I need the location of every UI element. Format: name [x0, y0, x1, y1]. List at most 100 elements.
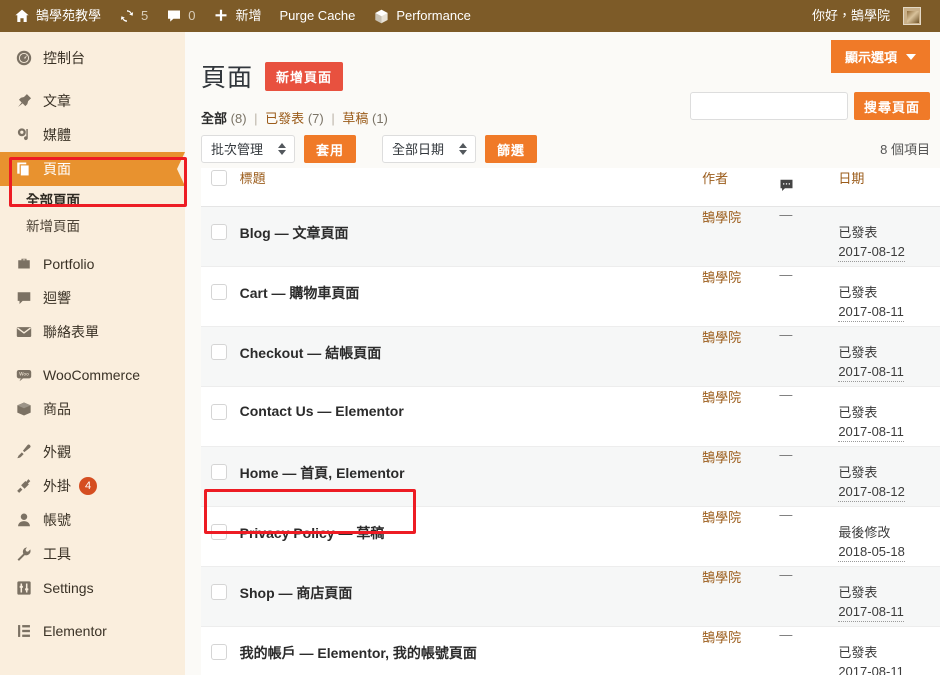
table-row[interactable]: Contact Us — Elementor 鵠學院 — 已發表 2017-08… [201, 386, 940, 447]
sidebar-item-users[interactable]: 帳號 [0, 503, 185, 537]
filter-link-published-label[interactable]: 已發表 [265, 111, 304, 126]
select-all-header[interactable] [201, 168, 240, 207]
apply-bulk-action-button[interactable]: 套用 [304, 135, 357, 163]
author-link[interactable]: 鵠學院 [702, 373, 741, 405]
row-title-cell[interactable]: Blog — 文章頁面 [239, 206, 703, 267]
table-row[interactable]: 我的帳戶 — Elementor, 我的帳號頁面 鵠學院 — 已發表 2017-… [201, 626, 940, 675]
filter-button[interactable]: 篩選 [485, 135, 538, 163]
row-title-cell[interactable]: Shop — 商店頁面 [239, 566, 703, 627]
row-date-cell: 已發表 2017-08-11 [838, 626, 940, 675]
sidebar-item-contact-form[interactable]: 聯絡表單 [0, 315, 185, 349]
page-title-link[interactable]: 我的帳戶 — Elementor, 我的帳號頁面 [240, 627, 703, 663]
screen-options-button[interactable]: 顯示選項 [830, 40, 930, 73]
admin-bar-my-account[interactable]: 你好，鵠學院 [803, 0, 930, 32]
row-date-cell: 已發表 2017-08-11 [838, 566, 940, 627]
author-link[interactable]: 鵠學院 [702, 193, 741, 225]
row-title-cell[interactable]: Contact Us — Elementor [239, 386, 703, 447]
admin-bar-new-content[interactable]: 新增 [204, 0, 270, 32]
row-checkbox[interactable] [211, 523, 227, 540]
admin-bar-performance[interactable]: Performance [364, 0, 479, 32]
date-status: 已發表 [838, 224, 878, 240]
sidebar-item-posts[interactable]: 文章 [0, 84, 185, 118]
sidebar-item-media[interactable]: 媒體 [0, 118, 185, 152]
filter-link-draft[interactable]: 草稿 (1) [342, 111, 388, 126]
sidebar-item-plugins[interactable]: 外掛 4 [0, 469, 185, 503]
page-title-link[interactable]: Contact Us — Elementor [240, 387, 703, 419]
row-checkbox[interactable] [211, 283, 227, 300]
sidebar-item-label: 頁面 [43, 161, 71, 177]
admin-bar-comments[interactable]: 0 [157, 0, 204, 32]
pages-table-body: Blog — 文章頁面 鵠學院 — 已發表 2017-08-12 Cart — … [201, 206, 940, 675]
table-row[interactable]: Shop — 商店頁面 鵠學院 — 已發表 2017-08-11 [201, 566, 940, 627]
admin-sidebar-menu: 控制台 文章 媒體 頁面 全部頁面 新增頁面 Portfolio 迴響 聯絡表單… [0, 32, 185, 675]
status-filter-links: 全部 (8) | 已發表 (7) | 草稿 (1) [201, 108, 388, 127]
sidebar-item-dashboard[interactable]: 控制台 [0, 41, 185, 75]
page-title-link[interactable]: Shop — 商店頁面 [240, 567, 703, 603]
sidebar-item-elementor[interactable]: Elementor [0, 614, 185, 648]
select-all-checkbox[interactable] [211, 170, 227, 186]
row-checkbox[interactable] [211, 643, 227, 660]
sidebar-item-comments[interactable]: 迴響 [0, 281, 185, 315]
table-row[interactable]: Cart — 購物車頁面 鵠學院 — 已發表 2017-08-11 [201, 266, 940, 327]
search-input[interactable] [689, 92, 848, 120]
row-checkbox-cell[interactable] [201, 626, 240, 675]
pages-icon [14, 159, 34, 179]
page-title-link[interactable]: Checkout — 結帳頁面 [240, 327, 703, 363]
author-link[interactable]: 鵠學院 [702, 553, 741, 585]
row-title-cell[interactable]: Checkout — 結帳頁面 [239, 326, 703, 387]
admin-bar-purge-cache[interactable]: Purge Cache [271, 0, 365, 32]
add-new-page-button[interactable]: 新增頁面 [265, 61, 344, 91]
row-checkbox[interactable] [211, 583, 227, 600]
table-row[interactable]: Blog — 文章頁面 鵠學院 — 已發表 2017-08-12 [201, 206, 940, 267]
bulk-action-select[interactable]: 批次管理 [201, 135, 295, 163]
sidebar-item-appearance[interactable]: 外觀 [0, 435, 185, 469]
sidebar-item-woocommerce[interactable]: Woo WooCommerce [0, 358, 185, 392]
filter-link-all[interactable]: 全部 (8) [201, 111, 250, 126]
column-header-date[interactable]: 日期 [838, 168, 940, 207]
page-title-link[interactable]: Cart — 購物車頁面 [240, 267, 703, 303]
admin-bar-site-name[interactable]: 鵠學苑教學 [0, 0, 110, 32]
table-row-privacy-policy[interactable]: Privacy Policy — 草稿 鵠學院 — 最後修改 2018-05-1… [201, 506, 940, 567]
row-title-cell[interactable]: Home — 首頁, Elementor [239, 446, 703, 507]
search-pages-button[interactable]: 搜尋頁面 [853, 92, 930, 120]
row-checkbox[interactable] [211, 463, 227, 480]
row-checkbox[interactable] [211, 403, 227, 420]
sidebar-item-add-new-page[interactable]: 新增頁面 [0, 212, 185, 238]
date-filter-select[interactable]: 全部日期 [382, 135, 477, 163]
row-title-cell[interactable]: Privacy Policy — 草稿 [239, 506, 703, 567]
row-checkbox-cell[interactable] [201, 206, 240, 267]
author-link[interactable]: 鵠學院 [702, 433, 741, 465]
table-row[interactable]: Home — 首頁, Elementor 鵠學院 — 已發表 2017-08-1… [201, 446, 940, 507]
row-title-cell[interactable]: 我的帳戶 — Elementor, 我的帳號頁面 [239, 626, 703, 675]
sidebar-item-pages[interactable]: 頁面 [0, 152, 185, 186]
author-link[interactable]: 鵠學院 [702, 613, 741, 645]
page-title-link[interactable]: Blog — 文章頁面 [240, 207, 703, 243]
page-title-link[interactable]: Home — 首頁, Elementor [240, 447, 703, 483]
sidebar-item-label: WooCommerce [43, 367, 140, 383]
row-checkbox[interactable] [211, 343, 227, 360]
sidebar-item-portfolio[interactable]: Portfolio [0, 247, 185, 281]
row-checkbox-cell[interactable] [201, 566, 240, 627]
row-checkbox-cell[interactable] [201, 446, 240, 507]
row-checkbox-cell[interactable] [201, 506, 240, 567]
sidebar-item-settings[interactable]: Settings [0, 571, 185, 605]
sidebar-item-all-pages[interactable]: 全部頁面 [0, 186, 185, 212]
table-row[interactable]: Checkout — 結帳頁面 鵠學院 — 已發表 2017-08-11 [201, 326, 940, 387]
sidebar-item-products[interactable]: 商品 [0, 392, 185, 426]
row-checkbox-cell[interactable] [201, 326, 240, 387]
column-header-title[interactable]: 標題 [239, 168, 703, 207]
row-author-cell[interactable]: 鵠學院 [702, 626, 780, 675]
page-title-link[interactable]: Privacy Policy — 草稿 [240, 507, 703, 543]
row-checkbox-cell[interactable] [201, 386, 240, 447]
filter-link-published[interactable]: 已發表 (7) [265, 111, 327, 126]
sidebar-item-tools[interactable]: 工具 [0, 537, 185, 571]
author-link[interactable]: 鵠學院 [702, 253, 741, 285]
row-checkbox-cell[interactable] [201, 266, 240, 327]
admin-bar-updates[interactable]: 5 [110, 0, 157, 32]
author-link[interactable]: 鵠學院 [702, 313, 741, 345]
author-link[interactable]: 鵠學院 [702, 493, 741, 525]
row-title-cell[interactable]: Cart — 購物車頁面 [239, 266, 703, 327]
filter-link-draft-label[interactable]: 草稿 [342, 111, 368, 126]
row-checkbox[interactable] [211, 223, 227, 240]
sliders-icon [14, 578, 34, 598]
